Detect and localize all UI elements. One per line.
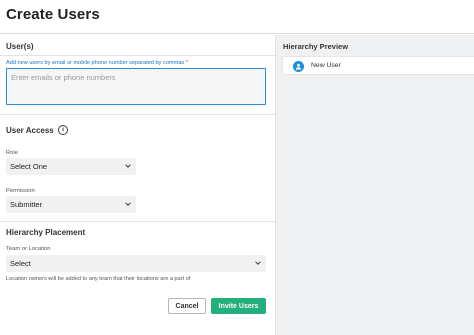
user-avatar-icon — [293, 61, 304, 72]
hierarchy-preview-title: Hierarchy Preview — [283, 42, 349, 51]
required-marker: * — [185, 60, 188, 66]
cancel-button[interactable]: Cancel — [168, 298, 206, 314]
users-hint-text: Add new users by email or mobile phone n… — [6, 60, 185, 66]
users-hint: Add new users by email or mobile phone n… — [6, 60, 188, 66]
hierarchy-note: Location owners will be added to any tea… — [6, 276, 191, 282]
chevron-down-icon — [255, 261, 261, 265]
role-label: Role — [6, 150, 18, 156]
page-header: Create Users — [0, 0, 474, 34]
role-select-value: Select One — [10, 162, 48, 171]
chevron-down-icon — [125, 164, 131, 168]
team-location-select-value: Select — [10, 259, 31, 268]
divider — [0, 114, 275, 115]
preview-user-card: New User — [282, 56, 474, 75]
invite-users-button[interactable]: Invite Users — [211, 298, 266, 314]
permission-select-value: Submitter — [10, 200, 43, 209]
divider — [0, 55, 275, 56]
person-icon — [296, 63, 301, 70]
info-icon[interactable]: i — [58, 125, 68, 135]
preview-user-name: New User — [311, 62, 341, 69]
permission-select[interactable]: Submitter — [6, 196, 136, 213]
role-select[interactable]: Select One — [6, 158, 136, 175]
users-section-title: User(s) — [6, 42, 34, 51]
create-users-form: User(s) Add new users by email or mobile… — [0, 35, 275, 335]
divider — [0, 221, 275, 222]
team-location-label: Team or Location — [6, 246, 51, 252]
team-location-select[interactable]: Select — [6, 255, 266, 272]
hierarchy-placement-title: Hierarchy Placement — [6, 228, 86, 237]
hierarchy-preview-panel: Hierarchy Preview New User — [275, 35, 474, 335]
users-input[interactable] — [6, 68, 266, 105]
page-title: Create Users — [6, 6, 100, 23]
chevron-down-icon — [125, 202, 131, 206]
permission-label: Permission — [6, 188, 35, 194]
user-access-title: User Access — [6, 126, 54, 135]
